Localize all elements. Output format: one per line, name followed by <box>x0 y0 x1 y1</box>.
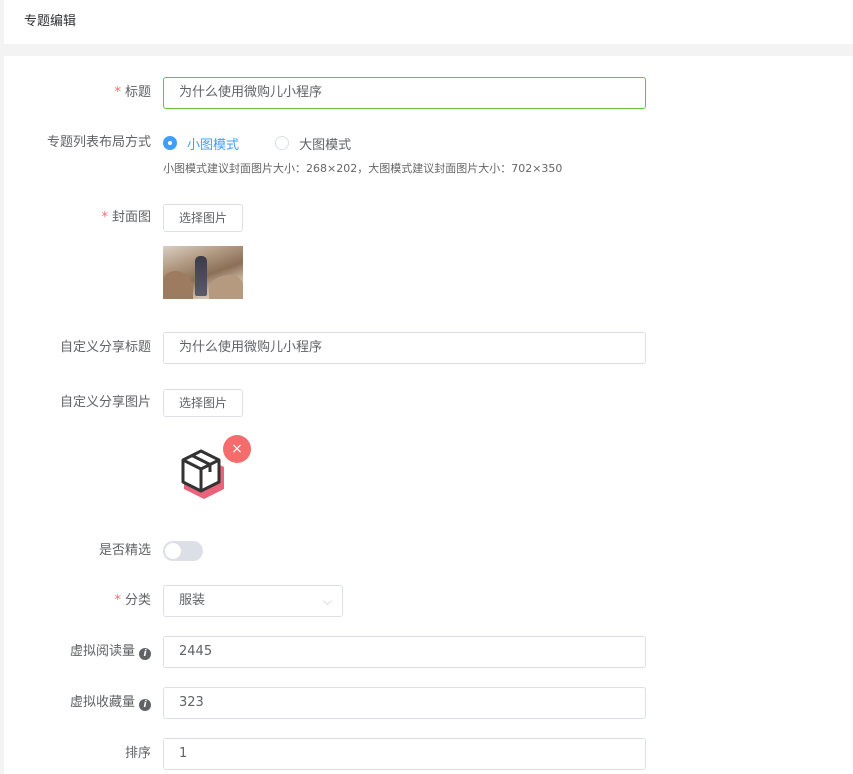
featured-label: 是否精选 <box>98 543 151 558</box>
layout-label: 专题列表布局方式 <box>46 135 151 150</box>
category-select[interactable]: 服装 ⌵ <box>163 585 343 617</box>
topic-edit-form: * 标题 为什么使用微购儿小程序 专题列表布局方式 小图模式 大图模式 小图模式建… <box>4 56 853 774</box>
share-image-label: 自定义分享图片 <box>59 395 151 410</box>
share-image-select-button[interactable]: 选择图片 <box>163 389 244 417</box>
share-title-input[interactable]: 为什么使用微购儿小程序 <box>163 332 646 364</box>
share-title-label: 自定义分享标题 <box>59 340 151 355</box>
layout-hint: 小图模式建议封面图片大小：268×202，大图模式建议封面图片大小：702×35… <box>163 162 563 175</box>
sort-input[interactable]: 1 <box>163 738 646 770</box>
chevron-down-icon: ⌵ <box>322 594 332 608</box>
info-icon[interactable]: i <box>139 648 151 660</box>
featured-switch[interactable] <box>163 541 203 561</box>
radio-large-mode[interactable]: 大图模式 <box>275 127 351 159</box>
cover-select-button[interactable]: 选择图片 <box>163 204 244 232</box>
share-image-preview: × <box>163 429 251 499</box>
page-title: 专题编辑 <box>24 14 77 29</box>
virtual-favs-label: 虚拟收藏量 i <box>70 687 151 719</box>
close-icon[interactable]: × <box>223 435 251 463</box>
virtual-reads-label: 虚拟阅读量 i <box>70 636 151 668</box>
title-input[interactable]: 为什么使用微购儿小程序 <box>163 77 646 109</box>
category-label: * 分类 <box>114 593 151 608</box>
cover-label: * 封面图 <box>101 210 151 225</box>
cover-thumbnail[interactable] <box>163 246 243 299</box>
page-header: 专题编辑 <box>4 0 853 44</box>
info-icon[interactable]: i <box>139 699 151 711</box>
virtual-favs-input[interactable]: 323 <box>163 687 646 719</box>
box-icon <box>181 449 224 499</box>
virtual-reads-input[interactable]: 2445 <box>163 636 646 668</box>
radio-small-mode[interactable]: 小图模式 <box>163 127 239 159</box>
title-label: * 标题 <box>114 85 151 100</box>
sort-label: 排序 <box>124 746 151 761</box>
